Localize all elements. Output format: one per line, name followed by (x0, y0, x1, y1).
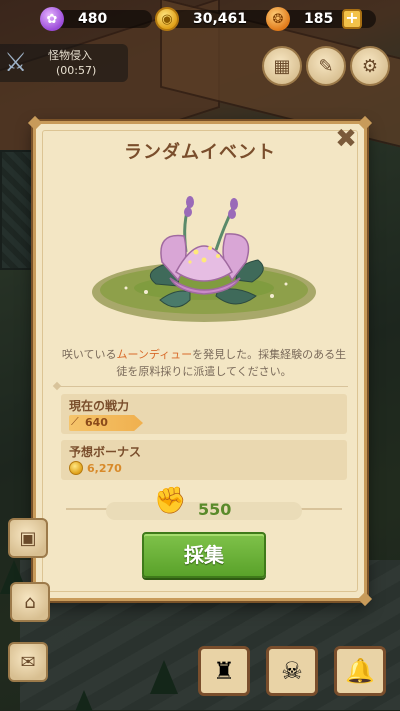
cost-value: 550 (198, 500, 232, 519)
close-icon[interactable]: ✖ (334, 126, 358, 152)
current-power-row: 現在の戦力 ⟋ 640 (61, 394, 347, 434)
moondew-flower-illustration (92, 196, 316, 322)
power-bar: ⟋ 640 (69, 415, 143, 431)
invasion-title: 怪物侵入 (48, 49, 92, 62)
gear-icon[interactable]: ⚙ (350, 46, 390, 86)
gem-value: 480 (78, 11, 108, 27)
purple-flower-gem-icon: ✿ (40, 7, 64, 31)
gold-coin-icon: ◉ (155, 7, 179, 31)
gem-counter: ✿ 480 (40, 6, 152, 32)
scroll-icon[interactable]: ✉ (8, 642, 48, 682)
current-power-label: 現在の戦力 (69, 399, 130, 413)
bell-icon[interactable]: 🔔 (334, 646, 386, 696)
seed-value: 185 (304, 11, 334, 27)
coin-counter: ◉ 30,461 (155, 6, 277, 32)
bonus-value: 6,270 (87, 462, 122, 475)
shop-icon[interactable]: ⌂ (10, 582, 50, 622)
random-event-dialog: ランダムイベント ✖ 咲いているムーンディューを発見した。採集経験のある生徒を原… (27, 115, 373, 607)
power-value: 640 (85, 416, 108, 429)
expected-bonus-row: 予想ボーナス 6,270 (61, 440, 347, 480)
coin-value: 30,461 (193, 11, 248, 27)
divider (58, 386, 348, 394)
cost-row: ✊ 550 (66, 486, 342, 524)
orange-seed-icon: ❂ (266, 7, 290, 31)
skull-book-icon[interactable]: ☠ (266, 646, 318, 696)
expected-bonus-label: 予想ボーナス (69, 445, 142, 459)
dialog-title: ランダムイベント (124, 142, 276, 163)
quest-list-icon[interactable]: ✎ (306, 46, 346, 86)
crossed-swords-icon: ⚔ (4, 48, 28, 78)
chest-icon[interactable]: ▣ (8, 518, 48, 558)
sword-icon: ⟋ (71, 415, 79, 428)
monster-invasion-badge[interactable]: ⚔ 怪物侵入 (00:57) (0, 44, 128, 82)
gather-button[interactable]: 採集 (142, 532, 266, 578)
add-seed-button[interactable]: + (342, 9, 362, 29)
event-description: 咲いているムーンディューを発見した。採集経験のある生徒を原料採りに派遣してくださ… (61, 348, 347, 378)
moondew-highlight: ムーンディュー (116, 348, 193, 361)
seed-counter: ❂ 185 (266, 6, 376, 32)
fist-icon: ✊ (154, 486, 187, 516)
castle-icon[interactable]: ♜ (198, 646, 250, 696)
invasion-timer: (00:57) (56, 64, 97, 77)
map-icon[interactable]: ▦ (262, 46, 302, 86)
gold-coin-icon (69, 461, 83, 475)
